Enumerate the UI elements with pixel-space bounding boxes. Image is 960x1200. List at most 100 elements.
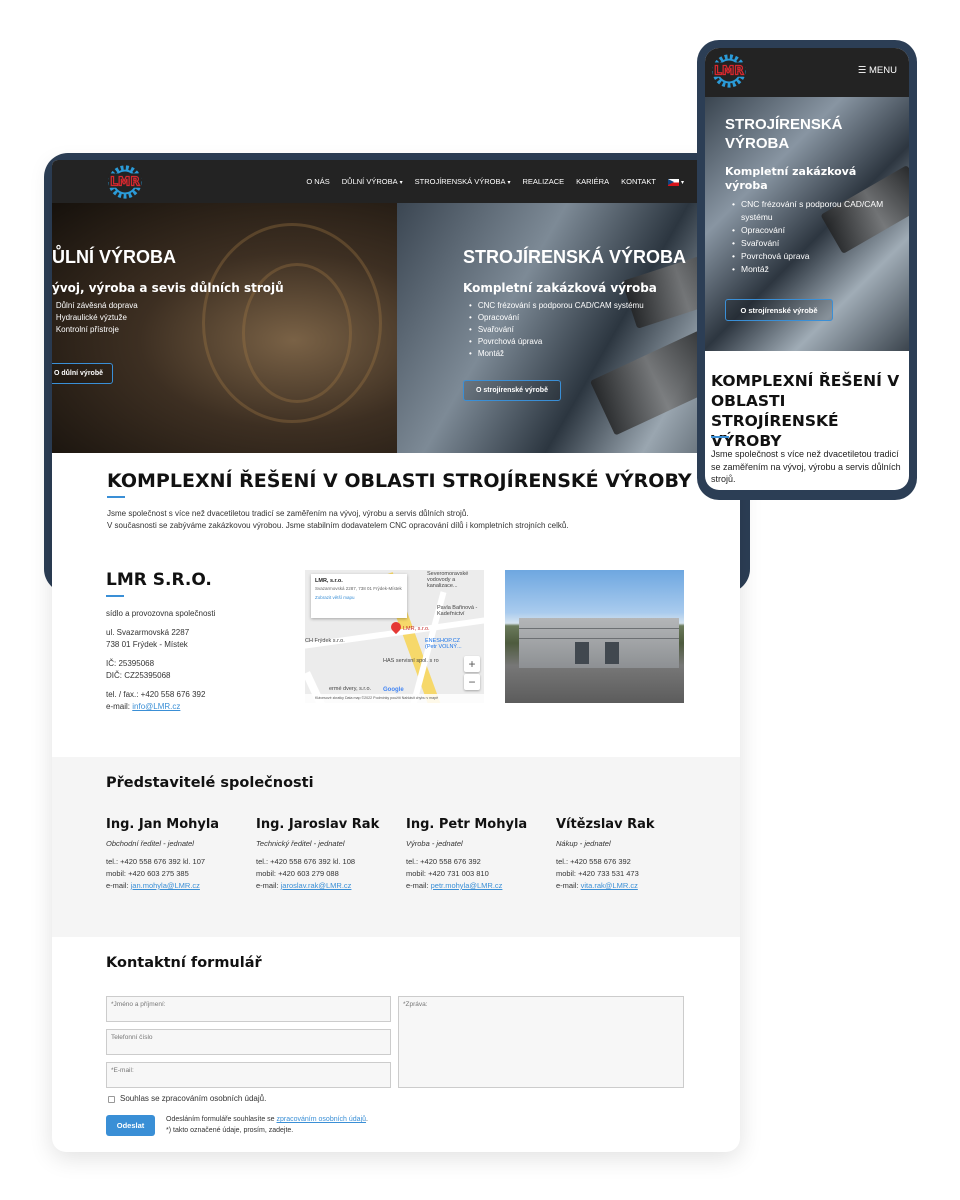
caret-down-icon: ▾ [399, 180, 403, 186]
intro-text-2: V současnosti se zabýváme zakázkovou výr… [107, 521, 569, 530]
company-seat: sídlo a provozovna společnosti [106, 609, 216, 618]
person-tel: tel.: +420 558 676 392 kl. 108 [256, 857, 356, 866]
list-item: CNC frézování s podporou CAD/CAM systému [732, 198, 892, 224]
person-email-link[interactable]: petr.mohyla@LMR.cz [431, 881, 503, 890]
message-textarea[interactable]: *Zpráva: [398, 996, 684, 1088]
google-map[interactable]: LMR, s.r.o. Svazarmovská 2287, 738 01 Fr… [305, 570, 484, 703]
person-email-row: e-mail: vita.rak@LMR.cz [556, 880, 638, 892]
company-dic: DIČ: CZ25395068 [106, 671, 171, 680]
hero-engineering-list: CNC frézování s podporou CAD/CAM systému… [469, 300, 644, 360]
email-input[interactable]: *E-mail: [106, 1062, 391, 1088]
hero-engineering-title: STROJÍRENSKÁ VÝROBA [463, 247, 687, 267]
engineering-more-button[interactable]: O strojírenské výrobě [463, 380, 561, 401]
map-place-label: CH Frýdek s.r.o. [305, 638, 345, 644]
phone-input[interactable]: Telefonní číslo [106, 1029, 391, 1055]
map-zoom-out-button[interactable]: − [464, 674, 480, 690]
top-navbar: LMR O NÁS DŮLNÍ VÝROBA ▾ STROJÍRENSKÁ VÝR… [52, 160, 740, 203]
form-note-suffix: . [366, 1116, 368, 1123]
contact-form-title: Kontaktní formulář [106, 955, 262, 971]
nav-dulni-vyroba[interactable]: DŮLNÍ VÝROBA ▾ [342, 177, 403, 186]
intro-text-1: Jsme společnost s více než dvacetiletou … [107, 509, 469, 518]
person-email-row: e-mail: petr.mohyla@LMR.cz [406, 880, 502, 892]
form-note-text: Odesláním formuláře souhlasíte se [166, 1116, 275, 1123]
hero-mining-title: ŮLNÍ VÝROBA [52, 247, 177, 267]
mobile-page: LMR ☰ MENU STROJÍRENSKÁ VÝROBA Kompletní… [705, 48, 909, 490]
name-input[interactable]: *Jméno a příjmení: [106, 996, 391, 1022]
menu-button[interactable]: ☰ MENU [858, 65, 897, 76]
building-door [575, 642, 589, 664]
mobile-hero: STROJÍRENSKÁ VÝROBA Kompletní zakázková … [705, 97, 909, 351]
company-email-link[interactable]: info@LMR.cz [132, 702, 180, 711]
person-email-link[interactable]: jan.mohyla@LMR.cz [131, 881, 200, 890]
list-item: Opracování [469, 312, 644, 324]
nav-o-nas[interactable]: O NÁS [306, 177, 329, 186]
map-info-card: LMR, s.r.o. Svazarmovská 2287, 738 01 Fr… [311, 574, 407, 618]
person-role: Obchodní ředitel - jednatel [106, 839, 194, 848]
email-label: e-mail: [406, 881, 429, 890]
company-title: LMR S.R.O. [106, 570, 212, 590]
email-label: e-mail: [106, 702, 131, 711]
person-role: Výroba - jednatel [406, 839, 463, 848]
map-place-label: HAS servisní spol. s ro [383, 658, 439, 664]
hero-engineering: STROJÍRENSKÁ VÝROBA Kompletní zakázková … [397, 203, 740, 453]
map-zoom-in-button[interactable]: + [464, 656, 480, 672]
email-label: e-mail: [106, 881, 129, 890]
person-tel: tel.: +420 558 676 392 kl. 107 [106, 857, 206, 866]
person-email-link[interactable]: jaroslav.rak@LMR.cz [281, 881, 352, 890]
hamburger-icon: ☰ [857, 65, 867, 76]
company-street: ul. Svazarmovská 2287 [106, 628, 190, 637]
lmr-logo[interactable]: LMR [710, 52, 748, 90]
desktop-page: LMR O NÁS DŮLNÍ VÝROBA ▾ STROJÍRENSKÁ VÝR… [52, 160, 740, 1152]
mobile-page-title: KOMPLEXNÍ ŘEŠENÍ V OBLASTI STROJÍRENSKÉ … [711, 372, 900, 450]
consent-checkbox[interactable] [108, 1096, 115, 1103]
mobile-hero-subtitle: Kompletní zakázková výroba [725, 165, 857, 192]
building-shape [519, 618, 679, 668]
nav-realizace[interactable]: REALIZACE [522, 177, 564, 186]
person-name: Vítězslav Rak [556, 817, 655, 832]
list-item: Povrchová úprava [732, 250, 892, 263]
svg-text:LMR: LMR [110, 174, 140, 188]
company-city: 738 01 Frýdek - Místek [106, 640, 188, 649]
hero-mining-list: Důlní závěsná doprava Hydraulické výztuž… [52, 300, 138, 336]
list-item: Povrchová úprava [469, 336, 644, 348]
building-line [519, 628, 679, 629]
title-underline [711, 436, 729, 438]
map-card-title: LMR, s.r.o. [315, 578, 343, 584]
list-item: CNC frézování s podporou CAD/CAM systému [469, 300, 644, 312]
list-item: Kontrolní přístroje [52, 324, 138, 336]
person-email-row: e-mail: jaroslav.rak@LMR.cz [256, 880, 351, 892]
google-logo: Google [383, 687, 404, 693]
lmr-logo[interactable]: LMR [106, 163, 144, 201]
map-place-label: ermé dvery, s.r.o. [329, 686, 372, 692]
nav-kariera[interactable]: KARIÉRA [576, 177, 609, 186]
company-ic: IČ: 25395068 [106, 659, 155, 668]
hero-engineering-subtitle: Kompletní zakázková výroba [463, 281, 657, 295]
consent-label: Souhlas se zpracováním osobních údajů. [120, 1094, 267, 1103]
email-label: e-mail: [556, 881, 579, 890]
privacy-link[interactable]: zpracováním osobních údajů [277, 1116, 367, 1123]
nav-kontakt[interactable]: KONTAKT [621, 177, 656, 186]
nav-dulni-vyroba-label: DŮLNÍ VÝROBA [341, 177, 398, 186]
map-footer: Klávesové zkratky Data map ©2022 Podmínk… [305, 694, 484, 703]
nav-strojirenska-vyroba[interactable]: STROJÍRENSKÁ VÝROBA ▾ [415, 177, 511, 186]
building-door [605, 642, 619, 664]
language-switch[interactable]: ▾ [667, 177, 684, 186]
caret-down-icon: ▾ [507, 180, 511, 186]
company-phone: tel. / fax.: +420 558 676 392 [106, 690, 206, 699]
email-label: e-mail: [256, 881, 279, 890]
person-email-row: e-mail: jan.mohyla@LMR.cz [106, 880, 200, 892]
page-title: KOMPLEXNÍ ŘEŠENÍ V OBLASTI STROJÍRENSKÉ … [107, 470, 692, 492]
company-email-row: e-mail: info@LMR.cz [106, 701, 180, 713]
menu-label: MENU [869, 65, 897, 76]
list-item: Montáž [469, 348, 644, 360]
title-underline [107, 496, 125, 498]
submit-button[interactable]: Odeslat [106, 1115, 155, 1136]
mining-more-button[interactable]: O důlní výrobě [52, 363, 113, 384]
person-email-link[interactable]: vita.rak@LMR.cz [581, 881, 638, 890]
mobile-hero-list: CNC frézování s podporou CAD/CAM systému… [732, 198, 892, 276]
representatives-title: Představitelé společnosti [106, 775, 314, 791]
list-item: Svařování [469, 324, 644, 336]
map-place-label: ENESHOP.CZ (Petr VOLNÝ... [425, 638, 462, 650]
mobile-engineering-button[interactable]: O strojírenské výrobě [725, 299, 833, 321]
map-larger-link[interactable]: Zobrazit větší mapu [315, 595, 403, 600]
